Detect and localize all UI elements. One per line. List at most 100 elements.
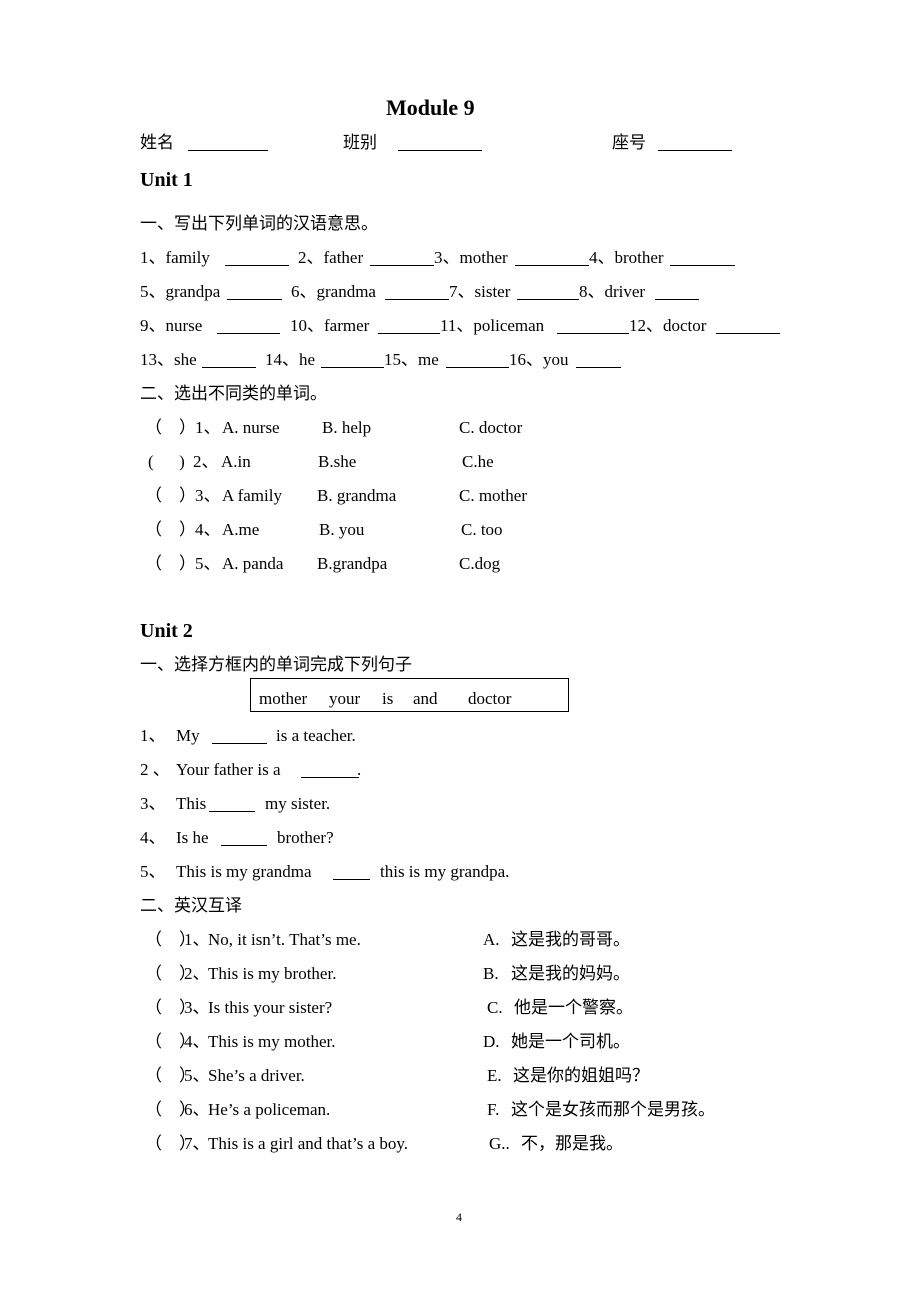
- sentence-before: Your father is a: [176, 760, 281, 779]
- question-number: 4、: [195, 520, 221, 539]
- english-sentence: This is my brother.: [208, 964, 337, 983]
- vocab-blank[interactable]: [370, 250, 434, 266]
- vocab-blank[interactable]: [217, 318, 280, 334]
- chinese-translation: 她是一个司机。: [511, 1032, 630, 1051]
- vocab-item: 6、grandma: [291, 282, 376, 301]
- option-a: A. nurse: [222, 418, 280, 437]
- unit1-section1-instruction: 一、写出下列单词的汉语意思。: [140, 214, 378, 233]
- answer-paren[interactable]: （ ）: [145, 419, 196, 436]
- vocab-item: 16、you: [509, 350, 569, 369]
- vocab-blank[interactable]: [385, 284, 449, 300]
- unit2-heading: Unit 2: [140, 620, 193, 642]
- vocab-blank[interactable]: [225, 250, 289, 266]
- seat-field[interactable]: [658, 134, 732, 151]
- word-box-word: and: [413, 689, 438, 708]
- vocab-blank[interactable]: [227, 284, 282, 300]
- word-box: mother your is and doctor: [250, 678, 569, 712]
- vocab-blank[interactable]: [321, 352, 384, 368]
- vocab-blank[interactable]: [557, 318, 629, 334]
- option-letter: G..: [489, 1134, 510, 1153]
- vocab-item: 12、doctor: [629, 316, 707, 335]
- answer-paren[interactable]: （ ）: [145, 555, 196, 572]
- option-a: A.me: [222, 520, 260, 539]
- english-sentence: He’s a policeman.: [208, 1100, 331, 1119]
- vocab-item: 10、farmer: [290, 316, 370, 335]
- vocab-item: 1、family: [140, 248, 210, 267]
- name-field[interactable]: [188, 134, 268, 151]
- sentence-before: My: [176, 726, 200, 745]
- vocab-item: 3、mother: [434, 248, 508, 267]
- question-number: 4、: [184, 1032, 210, 1051]
- name-label: 姓名: [140, 133, 174, 152]
- option-a: A family: [222, 486, 282, 505]
- option-b: B. help: [322, 418, 372, 437]
- sentence-after: is a teacher.: [276, 726, 356, 745]
- vocab-blank[interactable]: [517, 284, 579, 300]
- sentence-before: Is he: [176, 828, 209, 847]
- question-number: 2、: [193, 452, 219, 471]
- sentence-number: 2 、: [140, 760, 170, 779]
- vocab-blank[interactable]: [655, 284, 699, 300]
- option-b: B. you: [319, 520, 365, 539]
- vocab-blank[interactable]: [716, 318, 780, 334]
- fill-blank[interactable]: [212, 728, 267, 744]
- chinese-translation: 这个是女孩而那个是男孩。: [511, 1100, 715, 1119]
- unit2-section1-instruction: 一、选择方框内的单词完成下列句子: [140, 655, 412, 674]
- english-sentence: This is a girl and that’s a boy.: [208, 1134, 409, 1153]
- question-number: 3、: [195, 486, 221, 505]
- vocab-blank[interactable]: [515, 250, 589, 266]
- option-letter: A.: [483, 930, 500, 949]
- vocab-blank[interactable]: [202, 352, 256, 368]
- chinese-translation: 这是我的哥哥。: [511, 930, 630, 949]
- english-sentence: No, it isn’t. That’s me.: [208, 930, 361, 949]
- page-number: 4: [456, 1210, 462, 1224]
- question-number: 2、: [184, 964, 210, 983]
- option-letter: F.: [487, 1100, 500, 1119]
- vocab-item: 4、brother: [589, 248, 664, 267]
- question-number: 3、: [184, 998, 210, 1017]
- vocab-blank[interactable]: [576, 352, 621, 368]
- question-number: 1、: [195, 418, 221, 437]
- option-letter: B.: [483, 964, 499, 983]
- option-c: C.dog: [459, 554, 501, 573]
- word-box-word: doctor: [468, 689, 512, 708]
- class-label: 班别: [343, 133, 377, 152]
- sentence-number: 5、: [140, 862, 166, 881]
- option-letter: D.: [483, 1032, 500, 1051]
- fill-blank[interactable]: [221, 830, 267, 846]
- word-box-word: your: [329, 689, 361, 708]
- answer-paren[interactable]: （ ）: [145, 487, 196, 504]
- chinese-translation: 不，那是我。: [521, 1134, 623, 1153]
- unit1-heading: Unit 1: [140, 169, 193, 191]
- vocab-blank[interactable]: [670, 250, 735, 266]
- option-c: C. too: [461, 520, 503, 539]
- vocab-item: 11、policeman: [440, 316, 545, 335]
- fill-blank[interactable]: [301, 762, 359, 778]
- vocab-blank[interactable]: [378, 318, 440, 334]
- english-sentence: Is this your sister?: [208, 998, 333, 1017]
- fill-blank[interactable]: [209, 796, 255, 812]
- chinese-translation: 这是你的姐姐吗？: [513, 1066, 649, 1085]
- unit2-section2-instruction: 二、英汉互译: [140, 896, 242, 915]
- sentence-before: This is my grandma: [176, 862, 312, 881]
- class-field[interactable]: [398, 134, 482, 151]
- chinese-translation: 他是一个警察。: [514, 998, 633, 1017]
- question-number: 6、: [184, 1100, 210, 1119]
- vocab-item: 14、he: [265, 350, 316, 369]
- english-sentence: She’s a driver.: [208, 1066, 305, 1085]
- option-a: A. panda: [222, 554, 284, 573]
- option-letter: C.: [487, 998, 503, 1017]
- option-letter: E.: [487, 1066, 502, 1085]
- question-number: 1、: [184, 930, 210, 949]
- english-sentence: This is my mother.: [208, 1032, 336, 1051]
- question-number: 7、: [184, 1134, 210, 1153]
- vocab-item: 15、me: [384, 350, 439, 369]
- option-b: B.she: [318, 452, 357, 471]
- sentence-after: my sister.: [265, 794, 331, 813]
- fill-blank[interactable]: [333, 864, 370, 880]
- vocab-blank[interactable]: [446, 352, 509, 368]
- sentence-number: 3、: [140, 794, 166, 813]
- vocab-item: 2、father: [298, 248, 364, 267]
- answer-paren[interactable]: ( ): [148, 453, 185, 470]
- answer-paren[interactable]: （ ）: [145, 521, 196, 538]
